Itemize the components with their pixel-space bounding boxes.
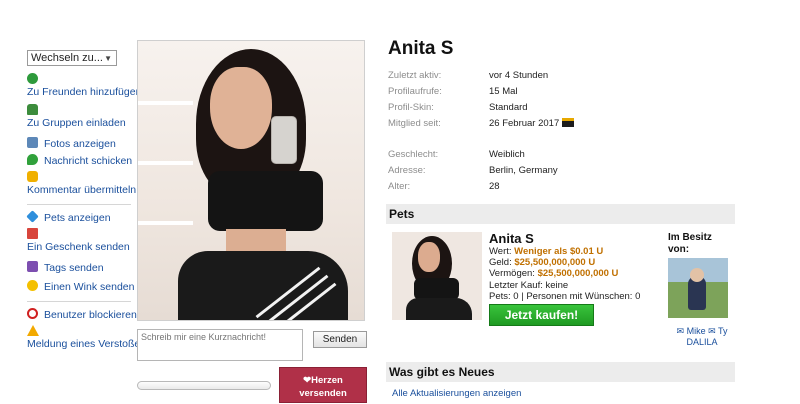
view-photos-label: Fotos anzeigen	[44, 138, 116, 150]
info-label: Adresse:	[388, 165, 426, 176]
pet-name-link[interactable]: Anita S	[489, 231, 534, 246]
block-user-link[interactable]: Benutzer blockieren	[27, 308, 137, 321]
send-message-link[interactable]: Nachricht schicken	[27, 154, 132, 167]
invite-to-groups-link[interactable]: Zu Gruppen einladen	[27, 104, 132, 129]
pet-assets: Vermögen: $25,500,000,000 U	[489, 268, 619, 279]
owner-photo[interactable]	[668, 258, 728, 318]
info-value: 26 Februar 2017	[489, 118, 575, 130]
owner-title: Im Besitz von:	[668, 232, 712, 255]
divider	[27, 204, 131, 205]
owner-name-link[interactable]: ✉ Mike ✉ Ty DALILA	[672, 326, 732, 348]
send-message-label: Nachricht schicken	[44, 155, 133, 167]
view-pets-label: Pets anzeigen	[44, 212, 111, 224]
info-label: Profilaufrufe:	[388, 86, 442, 97]
send-hearts-button[interactable]: ❤︎Herzen versenden	[279, 367, 367, 403]
post-comment-label: Kommentar übermitteln	[27, 184, 137, 196]
profile-actions: Wechseln zu... ▼ Zu Freunden hinzufügen …	[26, 50, 145, 350]
profile-name: Anita S	[388, 38, 454, 59]
view-pets-link[interactable]: Pets anzeigen	[26, 210, 132, 224]
info-label: Profil-Skin:	[388, 102, 434, 113]
add-friend-link[interactable]: Zu Freunden hinzufügen	[27, 73, 141, 98]
hearts-label-line-1: ❤︎Herzen	[303, 375, 343, 386]
smile-icon	[27, 280, 38, 291]
info-label: Zuletzt aktiv:	[388, 70, 442, 81]
report-violation-label: Meldung eines Verstoßes	[27, 338, 146, 350]
message-icon	[27, 154, 38, 165]
report-violation-link[interactable]: Meldung eines Verstoßes	[27, 325, 145, 350]
pet-last-purchase: Letzter Kauf: keine	[489, 280, 569, 291]
invite-to-groups-label: Zu Gruppen einladen	[27, 117, 126, 129]
chevron-down-icon: ▼	[104, 54, 112, 63]
info-value: Standard	[489, 102, 528, 113]
group-icon	[27, 104, 38, 115]
buy-now-button[interactable]: Jetzt kaufen!	[489, 304, 594, 326]
star-icon	[27, 261, 38, 272]
send-tags-link[interactable]: Tags senden	[27, 261, 132, 274]
tag-icon	[26, 210, 39, 223]
info-value: 15 Mal	[489, 86, 518, 97]
block-icon	[27, 308, 38, 319]
gift-icon	[27, 228, 38, 239]
all-updates-link[interactable]: Alle Aktualisierungen anzeigen	[392, 388, 521, 399]
pet-counts: Pets: 0 | Personen mit Wünschen: 0	[489, 291, 641, 302]
hearts-progress-bar	[137, 381, 271, 390]
comment-icon	[27, 171, 38, 182]
add-friend-icon	[27, 73, 38, 84]
view-photos-link[interactable]: Fotos anzeigen	[27, 137, 132, 150]
pet-cash: Geld: $25,500,000,000 U	[489, 257, 596, 268]
send-gift-label: Ein Geschenk senden	[27, 241, 130, 253]
hearts-label-line-2: versenden	[299, 388, 347, 399]
send-wink-link[interactable]: Einen Wink senden	[27, 280, 135, 293]
send-gift-link[interactable]: Ein Geschenk senden	[27, 228, 132, 253]
block-user-label: Benutzer blockieren	[44, 309, 137, 321]
warning-icon	[27, 325, 39, 336]
pet-value: Wert: Weniger als $0.01 U	[489, 246, 604, 257]
info-value: Weiblich	[489, 149, 525, 160]
divider	[27, 301, 131, 302]
news-section-header: Was gibt es Neues	[386, 362, 735, 382]
send-status-button[interactable]: Senden	[313, 331, 367, 348]
info-label: Alter:	[388, 181, 411, 192]
add-friend-label: Zu Freunden hinzufügen	[27, 86, 142, 98]
membership-card-icon	[562, 118, 575, 127]
info-label: Mitglied seit:	[388, 118, 441, 129]
pet-photo[interactable]	[392, 232, 482, 320]
switch-to-dropdown[interactable]: Wechseln zu... ▼	[27, 50, 117, 66]
camera-icon	[27, 137, 38, 148]
info-label: Geschlecht:	[388, 149, 439, 160]
send-tags-label: Tags senden	[44, 262, 104, 274]
status-message-input[interactable]	[137, 329, 303, 361]
info-value: Berlin, Germany	[489, 165, 558, 176]
profile-photo[interactable]	[137, 40, 365, 321]
info-value: vor 4 Stunden	[489, 70, 549, 81]
switch-to-label: Wechseln zu...	[31, 52, 103, 64]
post-comment-link[interactable]: Kommentar übermitteln	[27, 171, 136, 196]
info-value: 28	[489, 181, 500, 192]
pets-section-header: Pets	[386, 204, 735, 224]
send-wink-label: Einen Wink senden	[44, 281, 135, 293]
